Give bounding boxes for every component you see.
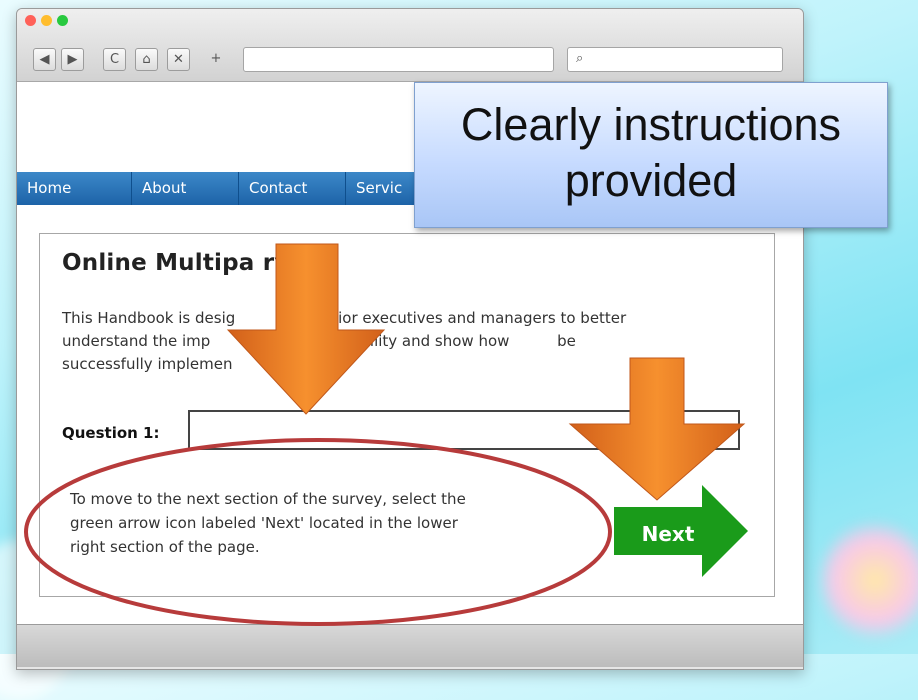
reload-icon[interactable]: C: [103, 48, 126, 71]
nav-item-contact[interactable]: Contact: [239, 172, 346, 205]
instruction-line-3: right section of the page.: [70, 538, 260, 556]
background-flower-right: [820, 520, 918, 640]
survey-panel: Online Multipa rvey This Handbook is des…: [39, 233, 775, 597]
search-icon: ⌕: [576, 51, 584, 66]
home-icon[interactable]: ⌂: [135, 48, 158, 71]
window-minimize-dot[interactable]: [41, 15, 52, 26]
nav-item-home[interactable]: Home: [17, 172, 132, 205]
close-icon[interactable]: ✕: [167, 48, 190, 71]
window-maximize-dot[interactable]: [57, 15, 68, 26]
new-tab-button[interactable]: +: [207, 48, 225, 69]
next-button[interactable]: Next: [614, 485, 748, 577]
browser-toolbar: ◀ ▶ C ⌂ ✕ + ⌕: [17, 9, 803, 82]
instruction-line-1: To move to the next section of the surve…: [70, 490, 466, 508]
survey-title: Online Multipa rvey: [62, 250, 321, 276]
intro-line-2: understand the imp accessibility and sho…: [62, 332, 576, 350]
nav-item-about[interactable]: About: [132, 172, 239, 205]
instruction-callout: Clearly instructions provided: [414, 82, 888, 228]
instruction-line-2: green arrow icon labeled 'Next' located …: [70, 514, 458, 532]
callout-line-2: provided: [564, 155, 738, 206]
back-arrow-icon[interactable]: ◀: [33, 48, 56, 71]
survey-intro: This Handbook is desig senior executives…: [62, 307, 752, 376]
navigation-instructions: To move to the next section of the surve…: [70, 487, 560, 559]
intro-line-1: This Handbook is desig senior executives…: [62, 309, 627, 327]
search-bar[interactable]: ⌕: [567, 47, 783, 72]
question-1-label: Question 1:: [62, 424, 160, 442]
window-close-dot[interactable]: [25, 15, 36, 26]
url-bar[interactable]: [243, 47, 554, 72]
intro-line-3: successfully implemen: [62, 355, 233, 373]
question-1-input[interactable]: [188, 410, 740, 450]
callout-line-1: Clearly instructions: [460, 99, 842, 150]
next-label: Next: [642, 522, 695, 546]
forward-arrow-icon[interactable]: ▶: [61, 48, 84, 71]
browser-footer: [17, 624, 803, 667]
